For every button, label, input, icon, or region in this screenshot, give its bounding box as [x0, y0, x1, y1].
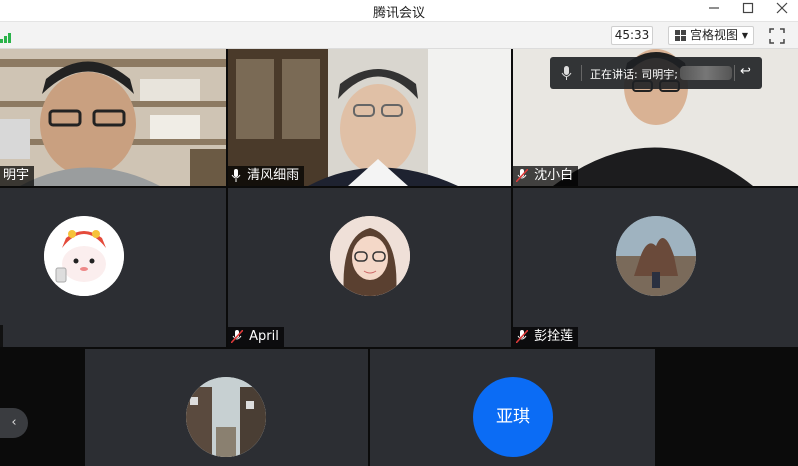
- sculpture-avatar-image: [616, 216, 696, 296]
- title-bar: 腾讯会议: [0, 0, 798, 22]
- microphone-muted-icon: [516, 169, 528, 182]
- minimize-icon: [709, 7, 719, 9]
- minimize-button[interactable]: [703, 2, 725, 20]
- microphone-icon: [231, 169, 241, 182]
- blurred-names: [680, 66, 732, 80]
- maximize-button[interactable]: [737, 2, 759, 20]
- speaking-indicator: 正在讲话: 司明宇; ↩: [550, 57, 762, 89]
- close-button[interactable]: [771, 2, 793, 20]
- portrait-avatar-image: [330, 216, 410, 296]
- avatar: [616, 216, 696, 296]
- cartoon-avatar-image: [44, 216, 124, 296]
- microphone-muted-icon: [516, 330, 528, 343]
- participant-name-label: April: [228, 327, 284, 347]
- fullscreen-icon: [769, 28, 785, 44]
- fullscreen-button[interactable]: [768, 27, 786, 45]
- avatar: [44, 216, 124, 296]
- meeting-timer: 45:33: [611, 26, 653, 45]
- maximize-icon: [742, 2, 754, 14]
- return-icon[interactable]: ↩: [740, 64, 751, 79]
- view-mode-dropdown[interactable]: 宫格视图 ▼: [668, 26, 754, 45]
- participant-name-label: 清风细雨: [228, 166, 305, 186]
- grid-icon: [675, 30, 687, 42]
- street-avatar-image: [186, 377, 266, 457]
- participant-name-label: 彭拴莲: [513, 327, 579, 347]
- video-tile-6[interactable]: 彭拴莲: [513, 188, 798, 347]
- video-tile-5[interactable]: April: [228, 188, 511, 347]
- video-tile-1[interactable]: 明宇: [0, 49, 226, 186]
- view-mode-label: 宫格视图: [690, 28, 739, 42]
- avatar: [186, 377, 266, 457]
- video-grid: 明宇 清风细雨 沈小白 April 彭拴莲: [0, 49, 798, 466]
- meeting-toolbar: 45:33 宫格视图 ▼: [0, 22, 798, 49]
- video-tile-7[interactable]: [85, 349, 368, 466]
- microphone-icon: [561, 66, 572, 80]
- video-tile-edge: [0, 325, 3, 347]
- window-title: 腾讯会议: [372, 6, 425, 21]
- close-icon: [776, 2, 788, 14]
- chevron-down-icon: ▼: [741, 31, 748, 40]
- participant-name-label: 明宇: [0, 166, 35, 186]
- video-tile-4[interactable]: [0, 188, 226, 347]
- participant-name-label: 沈小白: [513, 166, 579, 186]
- network-signal-icon[interactable]: [0, 31, 14, 43]
- name-avatar: 亚琪: [473, 377, 553, 457]
- microphone-muted-icon: [231, 330, 243, 343]
- video-tile-2[interactable]: 清风细雨: [228, 49, 511, 186]
- chevron-left-icon: ‹: [11, 415, 17, 430]
- speaking-text: 正在讲话: 司明宇;: [590, 68, 678, 81]
- avatar: [330, 216, 410, 296]
